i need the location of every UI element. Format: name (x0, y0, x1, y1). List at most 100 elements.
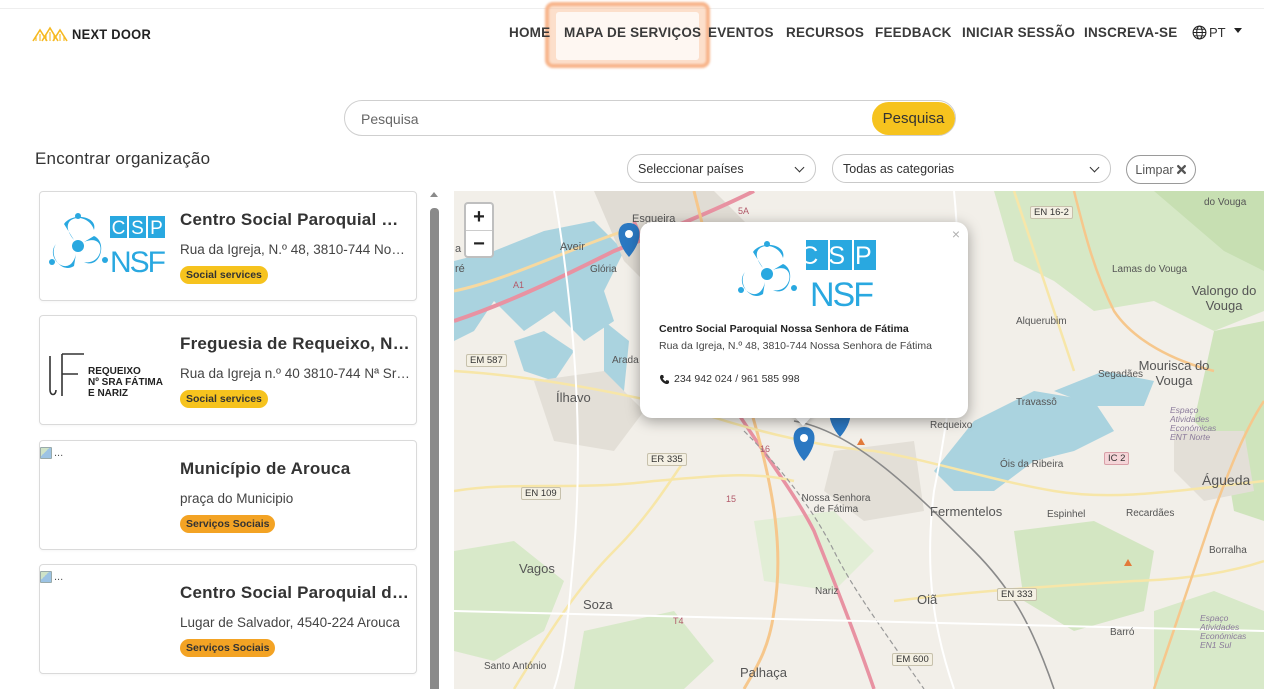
road-number: 15 (726, 494, 737, 504)
popup-phone-number[interactable]: 234 942 024 / 961 585 998 (674, 373, 800, 385)
nav-feedback[interactable]: FEEDBACK (875, 25, 952, 40)
nav-recursos[interactable]: RECURSOS (786, 25, 864, 40)
map-place-label: Oiã (917, 592, 938, 607)
organization-address: praça do Municipio (180, 491, 294, 506)
country-select[interactable]: Seleccionar países (627, 154, 816, 183)
map-place-label: Mourisca do Vouga (1138, 358, 1210, 388)
organization-name: Freguesia de Requeixo, Nª Srª de Fátima … (180, 334, 410, 353)
road-shield: ER 335 (647, 453, 687, 466)
category-badge: Social services (180, 390, 268, 408)
country-select-value: Seleccionar países (638, 161, 744, 176)
popup-organization-address: Rua da Igreja, N.º 48, 3810-744 Nossa Se… (659, 340, 932, 352)
map-place-label: Borralha (1209, 545, 1247, 556)
category-select[interactable]: Todas as categorias (832, 154, 1111, 183)
svg-text:REQUEIXO: REQUEIXO (88, 366, 141, 377)
road-number: 16 (760, 444, 771, 454)
svg-text:P: P (150, 218, 163, 239)
list-scrollbar[interactable] (430, 192, 439, 689)
svg-text:NSF: NSF (110, 246, 166, 279)
category-select-value: Todas as categorias (843, 161, 955, 176)
map-place-label: Espaço Atividades Económicas ENT Norte (1170, 405, 1217, 442)
broken-image-icon: ... (40, 445, 100, 461)
organization-address: Lugar de Salvador, 4540-224 Arouca (180, 615, 400, 630)
map-place-label: a (455, 243, 462, 255)
map-place-label: Espaço Atividades Económicas EN1 Sul (1200, 613, 1247, 650)
chevron-down-icon (794, 162, 805, 173)
map-place-label: Vagos (519, 561, 555, 576)
map-place-label: Santo António (484, 661, 547, 672)
jf-requeixo-logo: REQUEIXO Nº SRA FÁTIMA E NARIZ (49, 353, 163, 399)
road-shield: EN 16-2 (1030, 206, 1073, 219)
map-place-label: do Vouga (1204, 197, 1247, 208)
organization-card[interactable]: ... Município de Arouca praça do Municip… (39, 440, 417, 550)
organization-name: Município de Arouca (180, 459, 351, 478)
map-place-label: Arada (612, 355, 639, 366)
organization-card[interactable]: REQUEIXO Nº SRA FÁTIMA E NARIZ Freguesia… (39, 315, 417, 425)
svg-text:S: S (131, 218, 144, 239)
next-door-houses-icon (32, 26, 68, 42)
road-shield: EN 109 (521, 487, 561, 500)
road-number: A1 (513, 280, 525, 290)
map-place-label: Espinhel (1047, 509, 1086, 520)
zoom-in-button[interactable]: + (466, 204, 492, 230)
close-icon (1176, 164, 1186, 175)
road-shield: EM 587 (466, 354, 507, 367)
map-place-label: Valongo do Vouga (1191, 283, 1257, 313)
map-place-label: Soza (583, 597, 613, 612)
clear-filters-button[interactable]: Limpar (1126, 155, 1196, 184)
brand-logo[interactable]: NEXT DOOR (32, 26, 158, 42)
map-place-label: Palhaça (740, 665, 787, 680)
nav-inscreva-se[interactable]: INSCREVA-SE (1084, 25, 1177, 40)
svg-text:CSP: CSP (800, 242, 881, 270)
nav-eventos[interactable]: EVENTOS (708, 25, 774, 40)
broken-image-icon: ... (40, 569, 100, 585)
organization-address: Rua da Igreja, N.º 48, 3810-744 Nossa Se… (180, 242, 410, 257)
road-number: 5A (738, 206, 750, 216)
svg-text:Nº SRA FÁTIMA: Nº SRA FÁTIMA (88, 375, 163, 388)
chevron-down-icon (1089, 162, 1100, 173)
svg-text:NSF: NSF (810, 276, 873, 312)
category-badge: Serviços Sociais (180, 639, 276, 657)
phone-icon (659, 374, 670, 384)
organization-card[interactable]: C S P NSF Centro Social Paroquial Nossa … (39, 191, 417, 301)
language-code: PT (1209, 25, 1226, 40)
scroll-up-arrow-icon[interactable] (430, 192, 438, 197)
svg-text:E NARIZ: E NARIZ (88, 388, 128, 399)
road-shield: EM 600 (892, 653, 933, 666)
organization-address: Rua da Igreja n.º 40 3810-744 Nª Srª de … (180, 366, 410, 381)
nav-iniciar-sessao[interactable]: INICIAR SESSÃO (962, 25, 1075, 40)
map-place-label: Nariz (815, 586, 839, 597)
map-place-label: Travassô (1016, 397, 1057, 408)
nav-mapa-de-servicos[interactable]: MAPA DE SERVIÇOS (564, 25, 701, 40)
map-place-label: Aveir (560, 241, 585, 253)
nav-home[interactable]: HOME (509, 25, 550, 40)
map-place-label: Óis da Ribeira (1000, 459, 1064, 470)
svg-text:C: C (112, 218, 126, 239)
map-place-label: Ílhavo (556, 390, 591, 405)
map-place-label: Recardães (1126, 508, 1175, 519)
find-organization-title: Encontrar organização (35, 149, 211, 168)
search-box (344, 100, 956, 136)
clear-label: Limpar (1135, 162, 1174, 177)
zoom-out-button[interactable]: − (466, 231, 492, 257)
language-selector[interactable]: PT (1192, 25, 1242, 40)
popup-close-button[interactable]: × (952, 226, 960, 242)
map-place-label: Requeixo (930, 420, 973, 431)
road-number: T4 (673, 616, 684, 626)
csp-nsf-logo: C S P NSF (48, 213, 168, 279)
map-place-label: Fermentelos (930, 504, 1003, 519)
organization-card[interactable]: ... Centro Social Paroquial de Salvador … (39, 564, 417, 674)
organization-name: Centro Social Paroquial de Salvador (180, 583, 410, 602)
map-popup: × CSP NSF Centro Social Paroquial Nossa … (640, 222, 968, 418)
road-shield: EN 333 (997, 588, 1037, 601)
map-place-label: Barró (1110, 627, 1135, 638)
globe-icon (1192, 25, 1207, 40)
search-button[interactable]: Pesquisa (872, 102, 955, 135)
scroll-thumb[interactable] (430, 208, 439, 689)
category-badge: Social services (180, 266, 268, 284)
map-place-label: Alquerubim (1016, 316, 1067, 327)
map-place-label: Glória (590, 264, 617, 275)
search-input[interactable] (361, 109, 861, 129)
map-place-label: Nossa Senhora de Fátima (801, 493, 871, 515)
map-place-label: Águeda (1202, 472, 1251, 488)
